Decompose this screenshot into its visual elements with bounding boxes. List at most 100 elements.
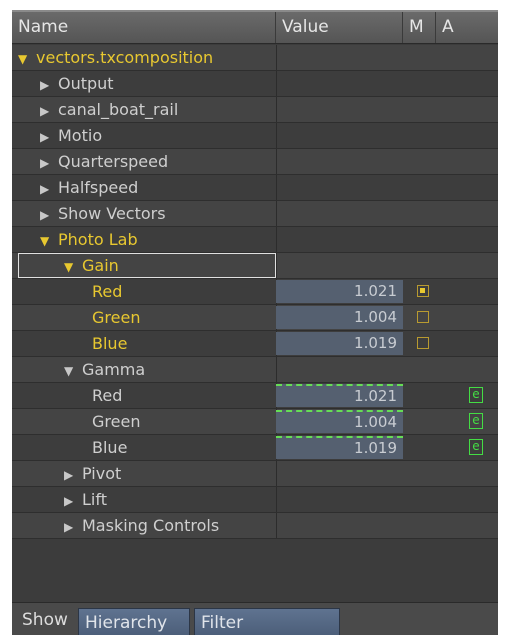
tree-row-text: Show Vectors — [58, 204, 166, 223]
tree-row-text: canal_boat_rail — [58, 100, 179, 119]
triangle-right-icon[interactable]: ▶ — [40, 125, 58, 150]
tree-row-label: ▶ Halfspeed — [40, 175, 138, 200]
tree-row[interactable]: Green 1.004 — [12, 305, 498, 331]
triangle-right-icon[interactable]: ▶ — [40, 151, 58, 176]
tree-row[interactable]: ▶ Pivot — [12, 461, 498, 487]
column-divider — [276, 71, 277, 96]
tree-row-text: Blue — [92, 334, 128, 353]
tree-row-label: ▶ Show Vectors — [40, 201, 166, 226]
modified-checkbox[interactable] — [417, 337, 429, 349]
tree-row-label: Blue — [86, 331, 127, 356]
column-divider — [276, 357, 277, 382]
tree-row-text: Red — [92, 386, 123, 405]
modified-checkbox[interactable] — [417, 311, 429, 323]
column-divider — [276, 461, 277, 486]
tree-row[interactable]: ▶ Masking Controls — [12, 513, 498, 539]
footer-bar: Show Hierarchy Filter — [12, 602, 498, 635]
tree-row-text: Red — [92, 282, 123, 301]
tree-row-text: Green — [92, 308, 141, 327]
tree-row-text: Motio — [58, 126, 103, 145]
triangle-down-icon[interactable]: ▼ — [64, 255, 82, 280]
tree-row-label: ▶ Lift — [64, 487, 107, 512]
tree-row-label: ▶ Pivot — [64, 461, 121, 486]
tree-row-text: Pivot — [82, 464, 122, 483]
tree-row-text: Masking Controls — [82, 516, 220, 535]
tree-row[interactable]: ▼ vectors.txcomposition — [12, 45, 498, 71]
triangle-right-icon[interactable]: ▶ — [64, 489, 82, 514]
tree-row[interactable]: ▶ Motio — [12, 123, 498, 149]
value-field[interactable]: 1.019 — [276, 332, 403, 355]
tree-row-label: ▶ canal_boat_rail — [40, 97, 178, 122]
tree-row-label: ▼ Gamma — [64, 357, 145, 382]
expression-icon[interactable]: e — [469, 387, 483, 403]
tree-row-text: Quarterspeed — [58, 152, 169, 171]
triangle-down-icon[interactable]: ▼ — [40, 229, 58, 254]
tree-row-label: ▼ vectors.txcomposition — [18, 45, 213, 70]
value-field[interactable]: 1.004 — [276, 306, 403, 329]
triangle-down-icon[interactable]: ▼ — [18, 47, 36, 72]
tree-row[interactable]: ▼ Photo Lab — [12, 227, 498, 253]
triangle-right-icon[interactable]: ▶ — [40, 203, 58, 228]
column-m-header[interactable]: M — [403, 12, 436, 43]
value-field[interactable]: 1.019 — [276, 436, 403, 459]
tree-row-label: Blue — [86, 435, 127, 460]
column-divider — [276, 227, 277, 252]
tree-row-label: Green — [86, 305, 140, 330]
tree-row[interactable]: ▼ Gain — [12, 253, 498, 279]
column-value-header[interactable]: Value — [276, 12, 403, 43]
tree-row-label: Red — [86, 383, 122, 408]
value-field[interactable]: 1.004 — [276, 410, 403, 433]
column-divider — [276, 487, 277, 512]
tree-row[interactable]: ▼ Gamma — [12, 357, 498, 383]
triangle-right-icon[interactable]: ▶ — [64, 463, 82, 488]
triangle-right-icon[interactable]: ▶ — [40, 99, 58, 124]
tree-row[interactable]: ▶ Show Vectors — [12, 201, 498, 227]
column-a-header[interactable]: A — [436, 12, 498, 43]
tree-row[interactable]: ▶ Halfspeed — [12, 175, 498, 201]
column-divider — [276, 513, 277, 538]
expression-icon[interactable]: e — [469, 439, 483, 455]
tree-row-label: ▶ Quarterspeed — [40, 149, 168, 174]
expression-icon[interactable]: e — [469, 413, 483, 429]
column-divider — [276, 45, 277, 70]
tree-row-label: ▶ Motio — [40, 123, 102, 148]
modified-checkbox[interactable] — [417, 285, 429, 297]
triangle-down-icon[interactable]: ▼ — [64, 359, 82, 384]
show-label: Show — [22, 610, 68, 630]
tree-row[interactable]: Blue 1.019 — [12, 331, 498, 357]
tree-row[interactable]: Red 1.021 e — [12, 383, 498, 409]
triangle-right-icon[interactable]: ▶ — [40, 177, 58, 202]
tree-row-text: Output — [58, 74, 114, 93]
tree-row-label: ▶ Output — [40, 71, 114, 96]
column-divider — [276, 253, 277, 278]
column-name-header[interactable]: Name — [12, 12, 276, 43]
tree-row-text: Gain — [82, 256, 119, 275]
hierarchy-button[interactable]: Hierarchy — [78, 608, 190, 635]
tree-row-text: Blue — [92, 438, 128, 457]
parameter-tree: ▼ vectors.txcomposition ▶ Output ▶ canal_boat… — [12, 45, 498, 539]
parameter-editor-panel: Name Value M A ▼ vectors.txcomposition ▶ Ou… — [12, 10, 498, 635]
column-header: Name Value M A — [12, 12, 498, 44]
tree-row[interactable]: ▶ Quarterspeed — [12, 149, 498, 175]
filter-button[interactable]: Filter — [194, 608, 340, 635]
tree-row[interactable]: ▶ Output — [12, 71, 498, 97]
triangle-right-icon[interactable]: ▶ — [64, 515, 82, 540]
tree-row-text: Gamma — [82, 360, 146, 379]
tree-row-text: Green — [92, 412, 141, 431]
tree-row[interactable]: Green 1.004 e — [12, 409, 498, 435]
tree-row-text: Lift — [82, 490, 107, 509]
value-field[interactable]: 1.021 — [276, 384, 403, 407]
tree-row[interactable]: Red 1.021 — [12, 279, 498, 305]
triangle-right-icon[interactable]: ▶ — [40, 73, 58, 98]
tree-row[interactable]: Blue 1.019 e — [12, 435, 498, 461]
value-field[interactable]: 1.021 — [276, 280, 403, 303]
selection-outline — [18, 253, 276, 278]
column-divider — [276, 97, 277, 122]
tree-row-label: Red — [86, 279, 122, 304]
tree-row-text: vectors.txcomposition — [36, 48, 214, 67]
tree-row-label: ▶ Masking Controls — [64, 513, 219, 538]
column-divider — [276, 175, 277, 200]
tree-row[interactable]: ▶ canal_boat_rail — [12, 97, 498, 123]
tree-row[interactable]: ▶ Lift — [12, 487, 498, 513]
tree-row-text: Halfspeed — [58, 178, 139, 197]
